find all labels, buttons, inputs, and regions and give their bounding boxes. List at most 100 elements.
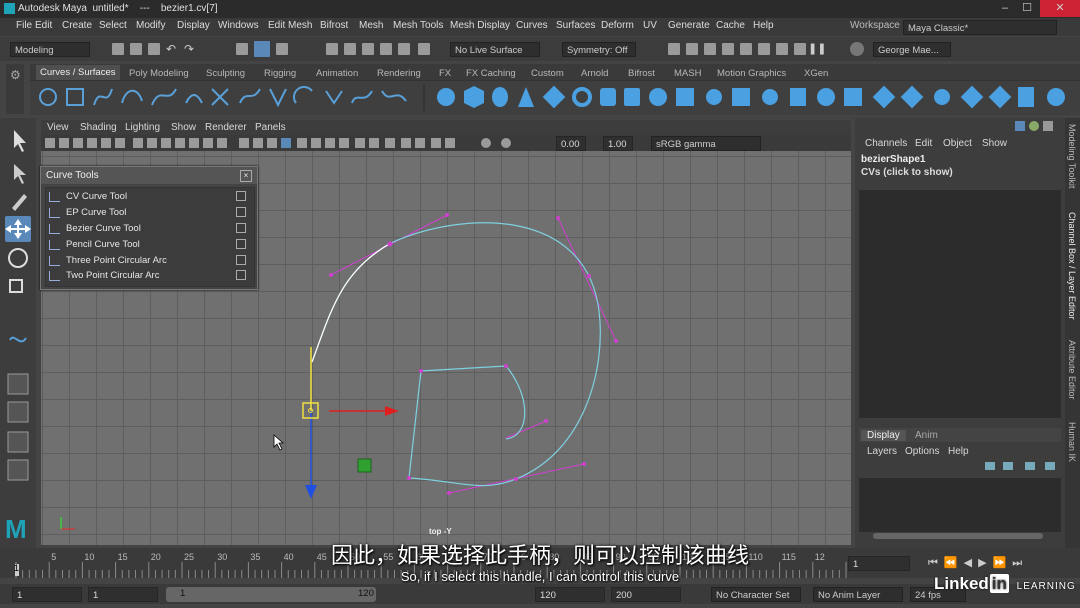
hypershade-icon[interactable] — [758, 43, 770, 55]
cvs-click-to-show[interactable]: CVs (click to show) — [861, 167, 953, 178]
tab-display[interactable]: Display — [861, 430, 906, 441]
menu-bifrost[interactable]: Bifrost — [320, 20, 348, 31]
open-scene-icon[interactable] — [130, 43, 142, 55]
list-item-cv-curve-tool[interactable]: CV Curve Tool — [46, 189, 252, 204]
character-set-dropdown[interactable]: No Character Set — [711, 587, 801, 602]
attribute-editor-icon[interactable] — [1029, 121, 1039, 131]
range-slider[interactable]: 1 120 — [166, 587, 376, 602]
new-layer-icon[interactable] — [1025, 462, 1035, 470]
minimize-icon[interactable]: – — [996, 0, 1014, 17]
channel-box-icon[interactable] — [1015, 121, 1025, 131]
snap-point-icon[interactable] — [362, 43, 374, 55]
new-layer-selected-icon[interactable] — [1045, 462, 1055, 470]
render-settings-icon[interactable] — [740, 43, 752, 55]
snap-grid-icon[interactable] — [326, 43, 338, 55]
list-item-bezier-curve-tool[interactable]: Bezier Curve Tool — [46, 221, 252, 236]
tab-human-ik[interactable]: Human IK — [1067, 422, 1077, 462]
redo-icon[interactable]: ↷ — [184, 43, 196, 55]
menu-uv[interactable]: UV — [643, 20, 657, 31]
viewport-menu-view[interactable]: View — [47, 122, 69, 133]
snap-curve-icon[interactable] — [344, 43, 356, 55]
tab-poly-modeling[interactable]: Poly Modeling — [129, 68, 189, 79]
gear-icon[interactable]: ⚙ — [10, 68, 21, 82]
viewport-menu-lighting[interactable]: Lighting — [125, 122, 160, 133]
anim-layer-dropdown[interactable]: No Anim Layer — [813, 587, 903, 602]
gamma-field[interactable]: 1.00 — [603, 136, 633, 151]
menu-select[interactable]: Select — [99, 20, 127, 31]
tool-checkbox[interactable] — [236, 255, 246, 265]
layers-menu[interactable]: Layers — [867, 446, 897, 457]
list-item-ep-curve-tool[interactable]: EP Curve Tool — [46, 205, 252, 220]
move-layer-up-icon[interactable] — [985, 462, 995, 470]
tab-modeling-toolkit[interactable]: Modeling Toolkit — [1067, 124, 1077, 188]
pause-icon[interactable]: ❚❚ — [808, 43, 826, 55]
tab-motion-graphics[interactable]: Motion Graphics — [717, 68, 786, 79]
tab-curves-surfaces[interactable]: Curves / Surfaces — [36, 65, 120, 80]
anim-end-field[interactable]: 120 — [535, 587, 605, 602]
select-objects-icon[interactable] — [254, 41, 270, 57]
menu-create[interactable]: Create — [62, 20, 92, 31]
maximize-icon[interactable]: ☐ — [1018, 0, 1036, 17]
tab-anim[interactable]: Anim — [915, 430, 938, 441]
end-time-field[interactable]: 200 — [611, 587, 681, 602]
symmetry-dropdown[interactable]: Symmetry: Off — [562, 42, 636, 57]
channels-edit-menu[interactable]: Edit — [915, 138, 932, 149]
tool-checkbox[interactable] — [236, 223, 246, 233]
new-scene-icon[interactable] — [112, 43, 124, 55]
tool-checkbox[interactable] — [236, 207, 246, 217]
list-item-two-point-arc[interactable]: Two Point Circular Arc — [46, 268, 252, 283]
channels-show-menu[interactable]: Show — [982, 138, 1007, 149]
move-layer-down-icon[interactable] — [1003, 462, 1013, 470]
mode-dropdown[interactable]: Modeling — [10, 42, 90, 57]
menu-edit[interactable]: Edit — [35, 20, 52, 31]
curve-tools-header[interactable]: Curve Tools × — [41, 167, 257, 184]
menu-display[interactable]: Display — [177, 20, 210, 31]
user-dropdown[interactable]: George Mae... — [873, 42, 951, 57]
help-menu[interactable]: Help — [948, 446, 969, 457]
menu-deform[interactable]: Deform — [601, 20, 634, 31]
tab-fx[interactable]: FX — [439, 68, 451, 79]
menu-mesh-tools[interactable]: Mesh Tools — [393, 20, 443, 31]
tool-checkbox[interactable] — [236, 270, 246, 280]
live-surface-field[interactable]: No Live Surface — [450, 42, 540, 57]
manipulator-z-arrow[interactable] — [305, 485, 317, 499]
select-components-icon[interactable] — [276, 43, 288, 55]
tool-settings-icon[interactable] — [1043, 121, 1053, 131]
shape-name[interactable]: bezierShape1 — [861, 154, 925, 165]
select-hierarchy-icon[interactable] — [236, 43, 248, 55]
anim-start-field[interactable]: 1 — [88, 587, 158, 602]
tab-xgen[interactable]: XGen — [804, 68, 828, 79]
menu-cache[interactable]: Cache — [716, 20, 745, 31]
tool-checkbox[interactable] — [236, 239, 246, 249]
tool-checkbox[interactable] — [236, 191, 246, 201]
list-item-pencil-curve-tool[interactable]: Pencil Curve Tool — [46, 237, 252, 252]
list-item-three-point-arc[interactable]: Three Point Circular Arc — [46, 253, 252, 268]
tab-channel-box-layer-editor[interactable]: Channel Box / Layer Editor — [1067, 212, 1077, 320]
exposure-field[interactable]: 0.00 — [556, 136, 586, 151]
colorspace-dropdown[interactable]: sRGB gamma — [651, 136, 761, 151]
tab-arnold[interactable]: Arnold — [581, 68, 608, 79]
manipulator-plane-handle[interactable] — [357, 458, 372, 473]
channels-menu[interactable]: Channels — [865, 138, 907, 149]
render-current-icon[interactable] — [686, 43, 698, 55]
viewport-menu-shading[interactable]: Shading — [80, 122, 117, 133]
menu-generate[interactable]: Generate — [668, 20, 710, 31]
tab-fx-caching[interactable]: FX Caching — [466, 68, 516, 79]
tab-mash[interactable]: MASH — [674, 68, 701, 79]
manipulator-x-arrow[interactable] — [385, 406, 399, 416]
viewport-menu-show[interactable]: Show — [171, 122, 196, 133]
tab-rigging[interactable]: Rigging — [264, 68, 296, 79]
menu-mesh-display[interactable]: Mesh Display — [450, 20, 510, 31]
save-scene-icon[interactable] — [148, 43, 160, 55]
render-view-icon[interactable] — [704, 43, 716, 55]
menu-help[interactable]: Help — [753, 20, 774, 31]
tab-rendering[interactable]: Rendering — [377, 68, 421, 79]
snap-plane-icon[interactable] — [380, 43, 392, 55]
tab-sculpting[interactable]: Sculpting — [206, 68, 245, 79]
snap-live-icon[interactable] — [418, 43, 430, 55]
close-icon[interactable]: × — [240, 170, 252, 182]
menu-modify[interactable]: Modify — [136, 20, 165, 31]
workspace-dropdown[interactable]: Maya Classic* — [903, 20, 1057, 35]
render-setup-icon[interactable] — [776, 43, 788, 55]
menu-file[interactable]: File — [16, 20, 32, 31]
